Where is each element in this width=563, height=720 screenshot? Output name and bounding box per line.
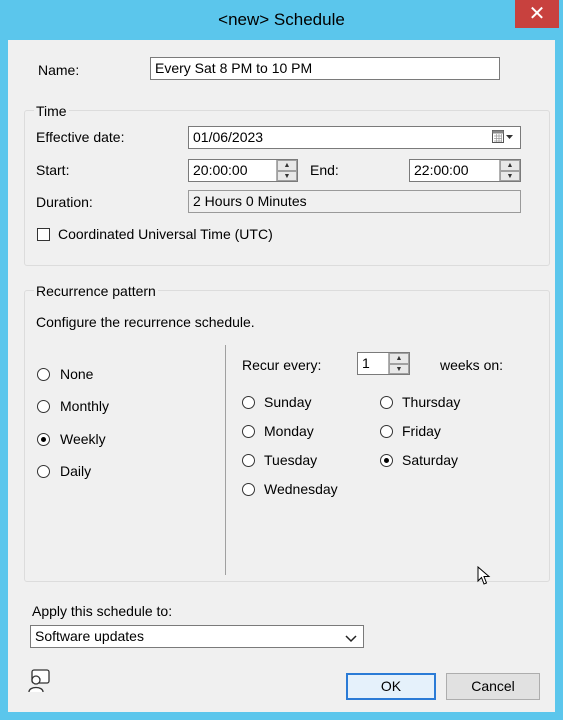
radio-daily-label: Daily	[60, 463, 92, 479]
weeks-on-label: weeks on:	[440, 357, 504, 373]
radio-saturday-label: Saturday	[402, 452, 459, 468]
close-button[interactable]: ✕	[515, 0, 559, 28]
chevron-down-icon[interactable]	[345, 631, 357, 647]
pattern-divider	[225, 345, 226, 575]
apply-select[interactable]: Software updates	[30, 625, 364, 648]
start-time-value: 20:00:00	[193, 162, 248, 178]
radio-wednesday-label: Wednesday	[264, 481, 338, 497]
chevron-up-icon[interactable]: ▲	[277, 160, 297, 171]
recur-every-input[interactable]: 1 ▲ ▼	[357, 352, 410, 375]
mouse-cursor-icon	[477, 565, 491, 589]
radio-thursday-label: Thursday	[402, 394, 461, 410]
start-label: Start:	[36, 162, 70, 178]
end-time-spinner[interactable]: ▲ ▼	[499, 160, 520, 181]
apply-select-value: Software updates	[35, 628, 144, 644]
radio-friday-label: Friday	[402, 423, 441, 439]
recur-every-value: 1	[362, 355, 370, 371]
time-legend: Time	[34, 103, 69, 119]
window-title: <new> Schedule	[218, 10, 345, 29]
chevron-up-icon[interactable]: ▲	[500, 160, 520, 171]
radio-tuesday-label: Tuesday	[264, 452, 318, 468]
radio-monday[interactable]	[242, 425, 255, 438]
name-input[interactable]: Every Sat 8 PM to 10 PM	[150, 57, 500, 80]
duration-label: Duration:	[36, 194, 93, 210]
end-label: End:	[310, 162, 339, 178]
radio-monday-label: Monday	[264, 423, 314, 439]
chevron-down-icon[interactable]: ▼	[389, 363, 409, 374]
start-time-input[interactable]: 20:00:00 ▲ ▼	[188, 159, 298, 182]
utc-label: Coordinated Universal Time (UTC)	[58, 226, 273, 242]
radio-sunday-label: Sunday	[264, 394, 312, 410]
apply-label: Apply this schedule to:	[32, 603, 173, 619]
radio-weekly[interactable]	[37, 433, 50, 446]
radio-monthly[interactable]	[37, 400, 50, 413]
help-person-icon[interactable]	[26, 668, 52, 697]
calendar-icon[interactable]	[492, 130, 514, 147]
radio-wednesday[interactable]	[242, 483, 255, 496]
chevron-down-icon[interactable]: ▼	[277, 170, 297, 181]
radio-saturday[interactable]	[380, 454, 393, 467]
radio-daily[interactable]	[37, 465, 50, 478]
end-time-input[interactable]: 22:00:00 ▲ ▼	[409, 159, 521, 182]
duration-field: 2 Hours 0 Minutes	[188, 190, 521, 213]
radio-thursday[interactable]	[380, 396, 393, 409]
effective-date-label: Effective date:	[36, 129, 125, 145]
end-time-value: 22:00:00	[414, 162, 469, 178]
recur-every-label: Recur every:	[242, 357, 322, 373]
chevron-up-icon[interactable]: ▲	[389, 353, 409, 364]
ok-button[interactable]: OK	[346, 673, 436, 700]
utc-checkbox[interactable]	[37, 228, 50, 241]
radio-friday[interactable]	[380, 425, 393, 438]
cancel-button[interactable]: Cancel	[446, 673, 540, 700]
radio-tuesday[interactable]	[242, 454, 255, 467]
close-icon: ✕	[528, 3, 546, 25]
radio-monthly-label: Monthly	[60, 398, 110, 414]
effective-date-picker[interactable]: 01/06/2023	[188, 126, 521, 149]
radio-none-label: None	[60, 366, 94, 382]
radio-sunday[interactable]	[242, 396, 255, 409]
recurrence-description: Configure the recurrence schedule.	[36, 314, 255, 330]
radio-weekly-label: Weekly	[60, 431, 106, 447]
name-label: Name:	[38, 62, 80, 78]
start-time-spinner[interactable]: ▲ ▼	[276, 160, 297, 181]
effective-date-value: 01/06/2023	[193, 129, 264, 145]
recurrence-legend: Recurrence pattern	[34, 283, 158, 299]
radio-none[interactable]	[37, 368, 50, 381]
recur-every-spinner[interactable]: ▲ ▼	[388, 353, 409, 374]
chevron-down-icon[interactable]: ▼	[500, 170, 520, 181]
